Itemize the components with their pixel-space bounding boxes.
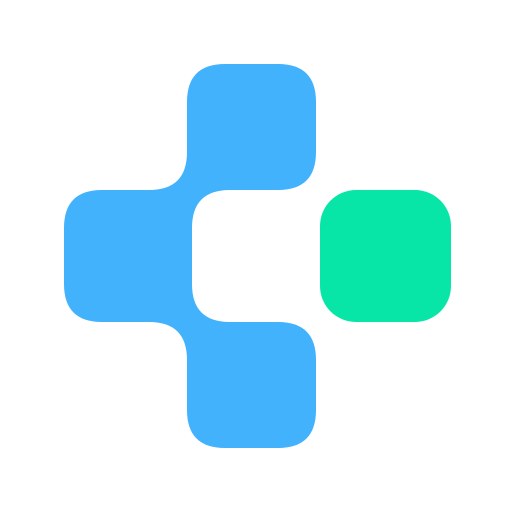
pixel-cross-logo-icon bbox=[64, 64, 451, 448]
green-square bbox=[320, 190, 451, 322]
blue-cross-shape bbox=[64, 64, 316, 448]
app-icon-canvas bbox=[0, 0, 512, 512]
